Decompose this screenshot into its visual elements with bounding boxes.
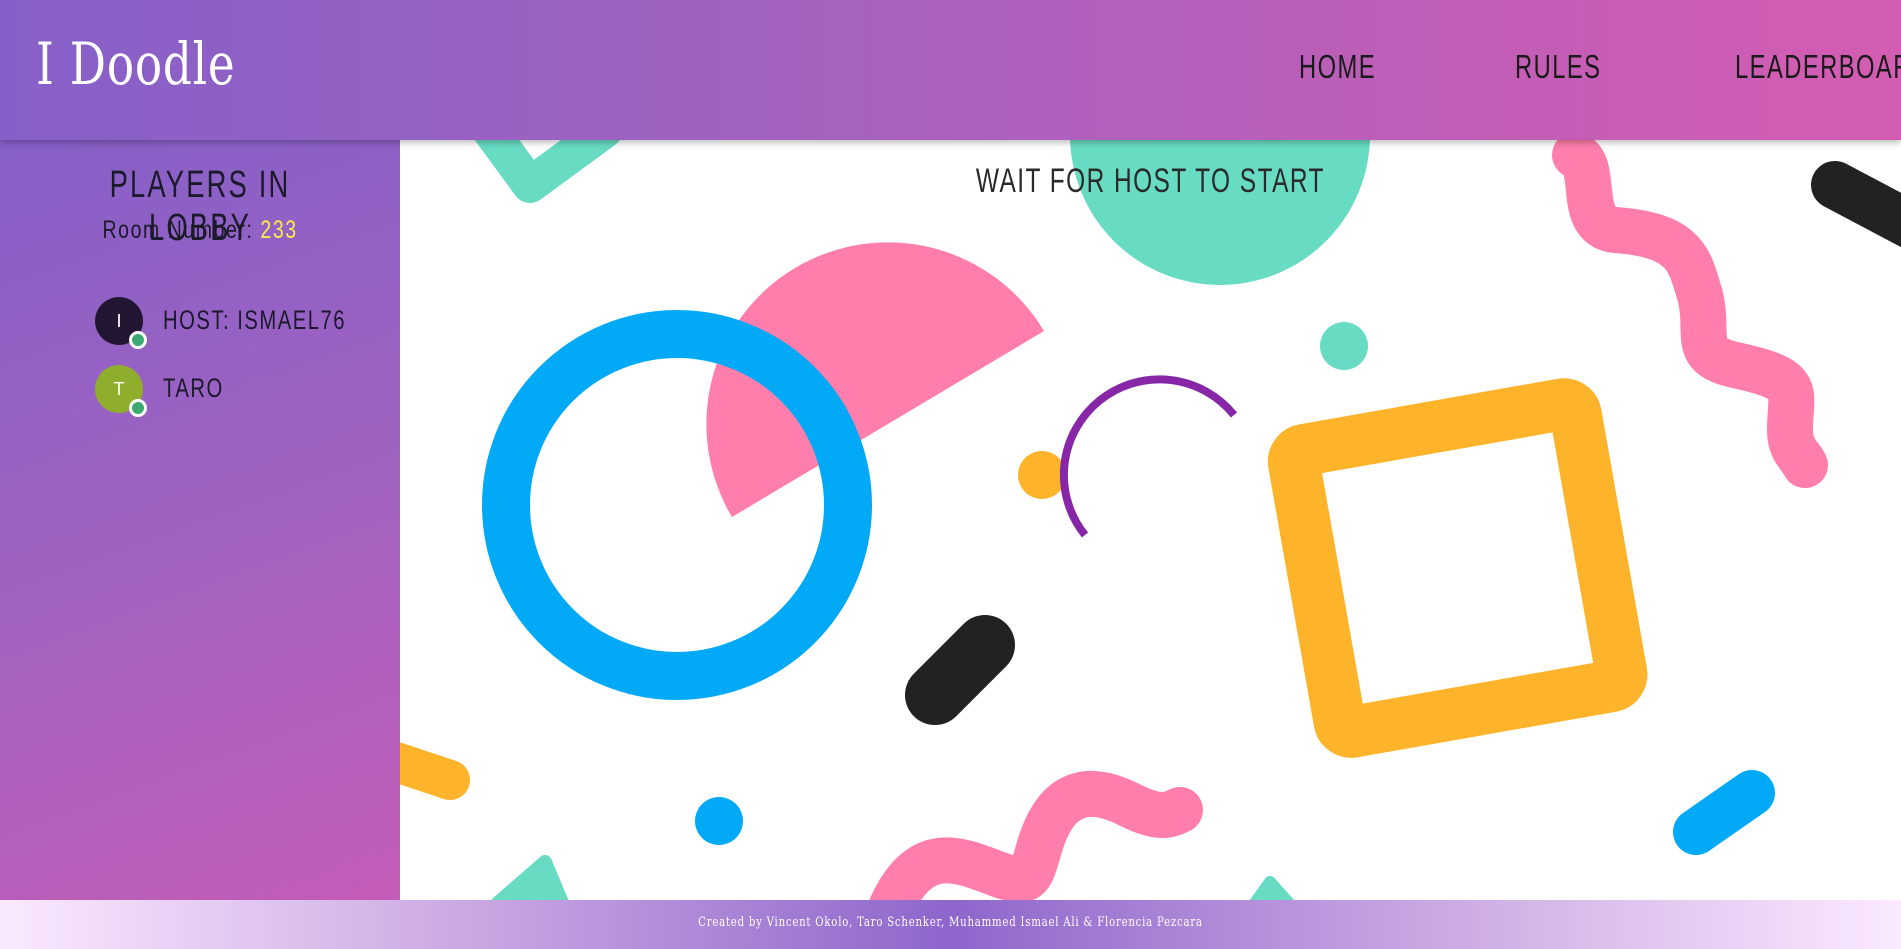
- lobby-sidebar: PLAYERS IN LOBBY Room Number: 233 I HOST…: [0, 140, 400, 900]
- nav-rules-link[interactable]: RULES: [1515, 48, 1601, 86]
- player-item: I HOST: ISMAEL76: [95, 297, 395, 349]
- blue-dot-shape: [695, 797, 743, 845]
- room-number: 233: [260, 216, 298, 244]
- pink-squiggle-shape: [1552, 140, 1828, 488]
- blue-ring-shape: [482, 310, 872, 700]
- app-logo[interactable]: I Doodle: [36, 30, 235, 98]
- room-label: Room Number:: [102, 216, 254, 244]
- teal-triangle-shape: [1249, 876, 1295, 900]
- top-header: I Doodle HOME RULES LEADERBOARD: [0, 0, 1901, 140]
- drawing-canvas[interactable]: [400, 140, 1901, 900]
- nav-home-link[interactable]: HOME: [1299, 48, 1376, 86]
- yellow-pill-shape: [400, 742, 470, 800]
- yellow-square-frame-shape: [1267, 378, 1648, 758]
- room-number-line: Room Number: 233: [0, 216, 400, 245]
- nav-leaderboard-link[interactable]: LEADERBOARD: [1735, 48, 1901, 86]
- purple-arc-shape: [1059, 375, 1238, 538]
- pink-squiggle-shape: [869, 770, 1203, 900]
- black-pill-shape: [905, 615, 1015, 725]
- player-item: T TARO: [95, 365, 395, 417]
- online-status-icon: [129, 331, 147, 349]
- footer-credits: Created by Vincent Okolo, Taro Schenker,…: [698, 915, 1203, 930]
- teal-triangle-shape: [490, 855, 569, 900]
- yellow-dot-shape: [1018, 451, 1066, 499]
- footer: Created by Vincent Okolo, Taro Schenker,…: [0, 900, 1901, 949]
- teal-dot-shape: [1320, 322, 1368, 370]
- memphis-background-pattern: [400, 140, 1901, 900]
- blue-pill-shape: [1673, 770, 1775, 855]
- online-status-icon: [129, 399, 147, 417]
- player-name: HOST: ISMAEL76: [163, 305, 347, 335]
- wait-status-text: WAIT FOR HOST TO START: [975, 162, 1326, 200]
- player-name: TARO: [163, 373, 224, 403]
